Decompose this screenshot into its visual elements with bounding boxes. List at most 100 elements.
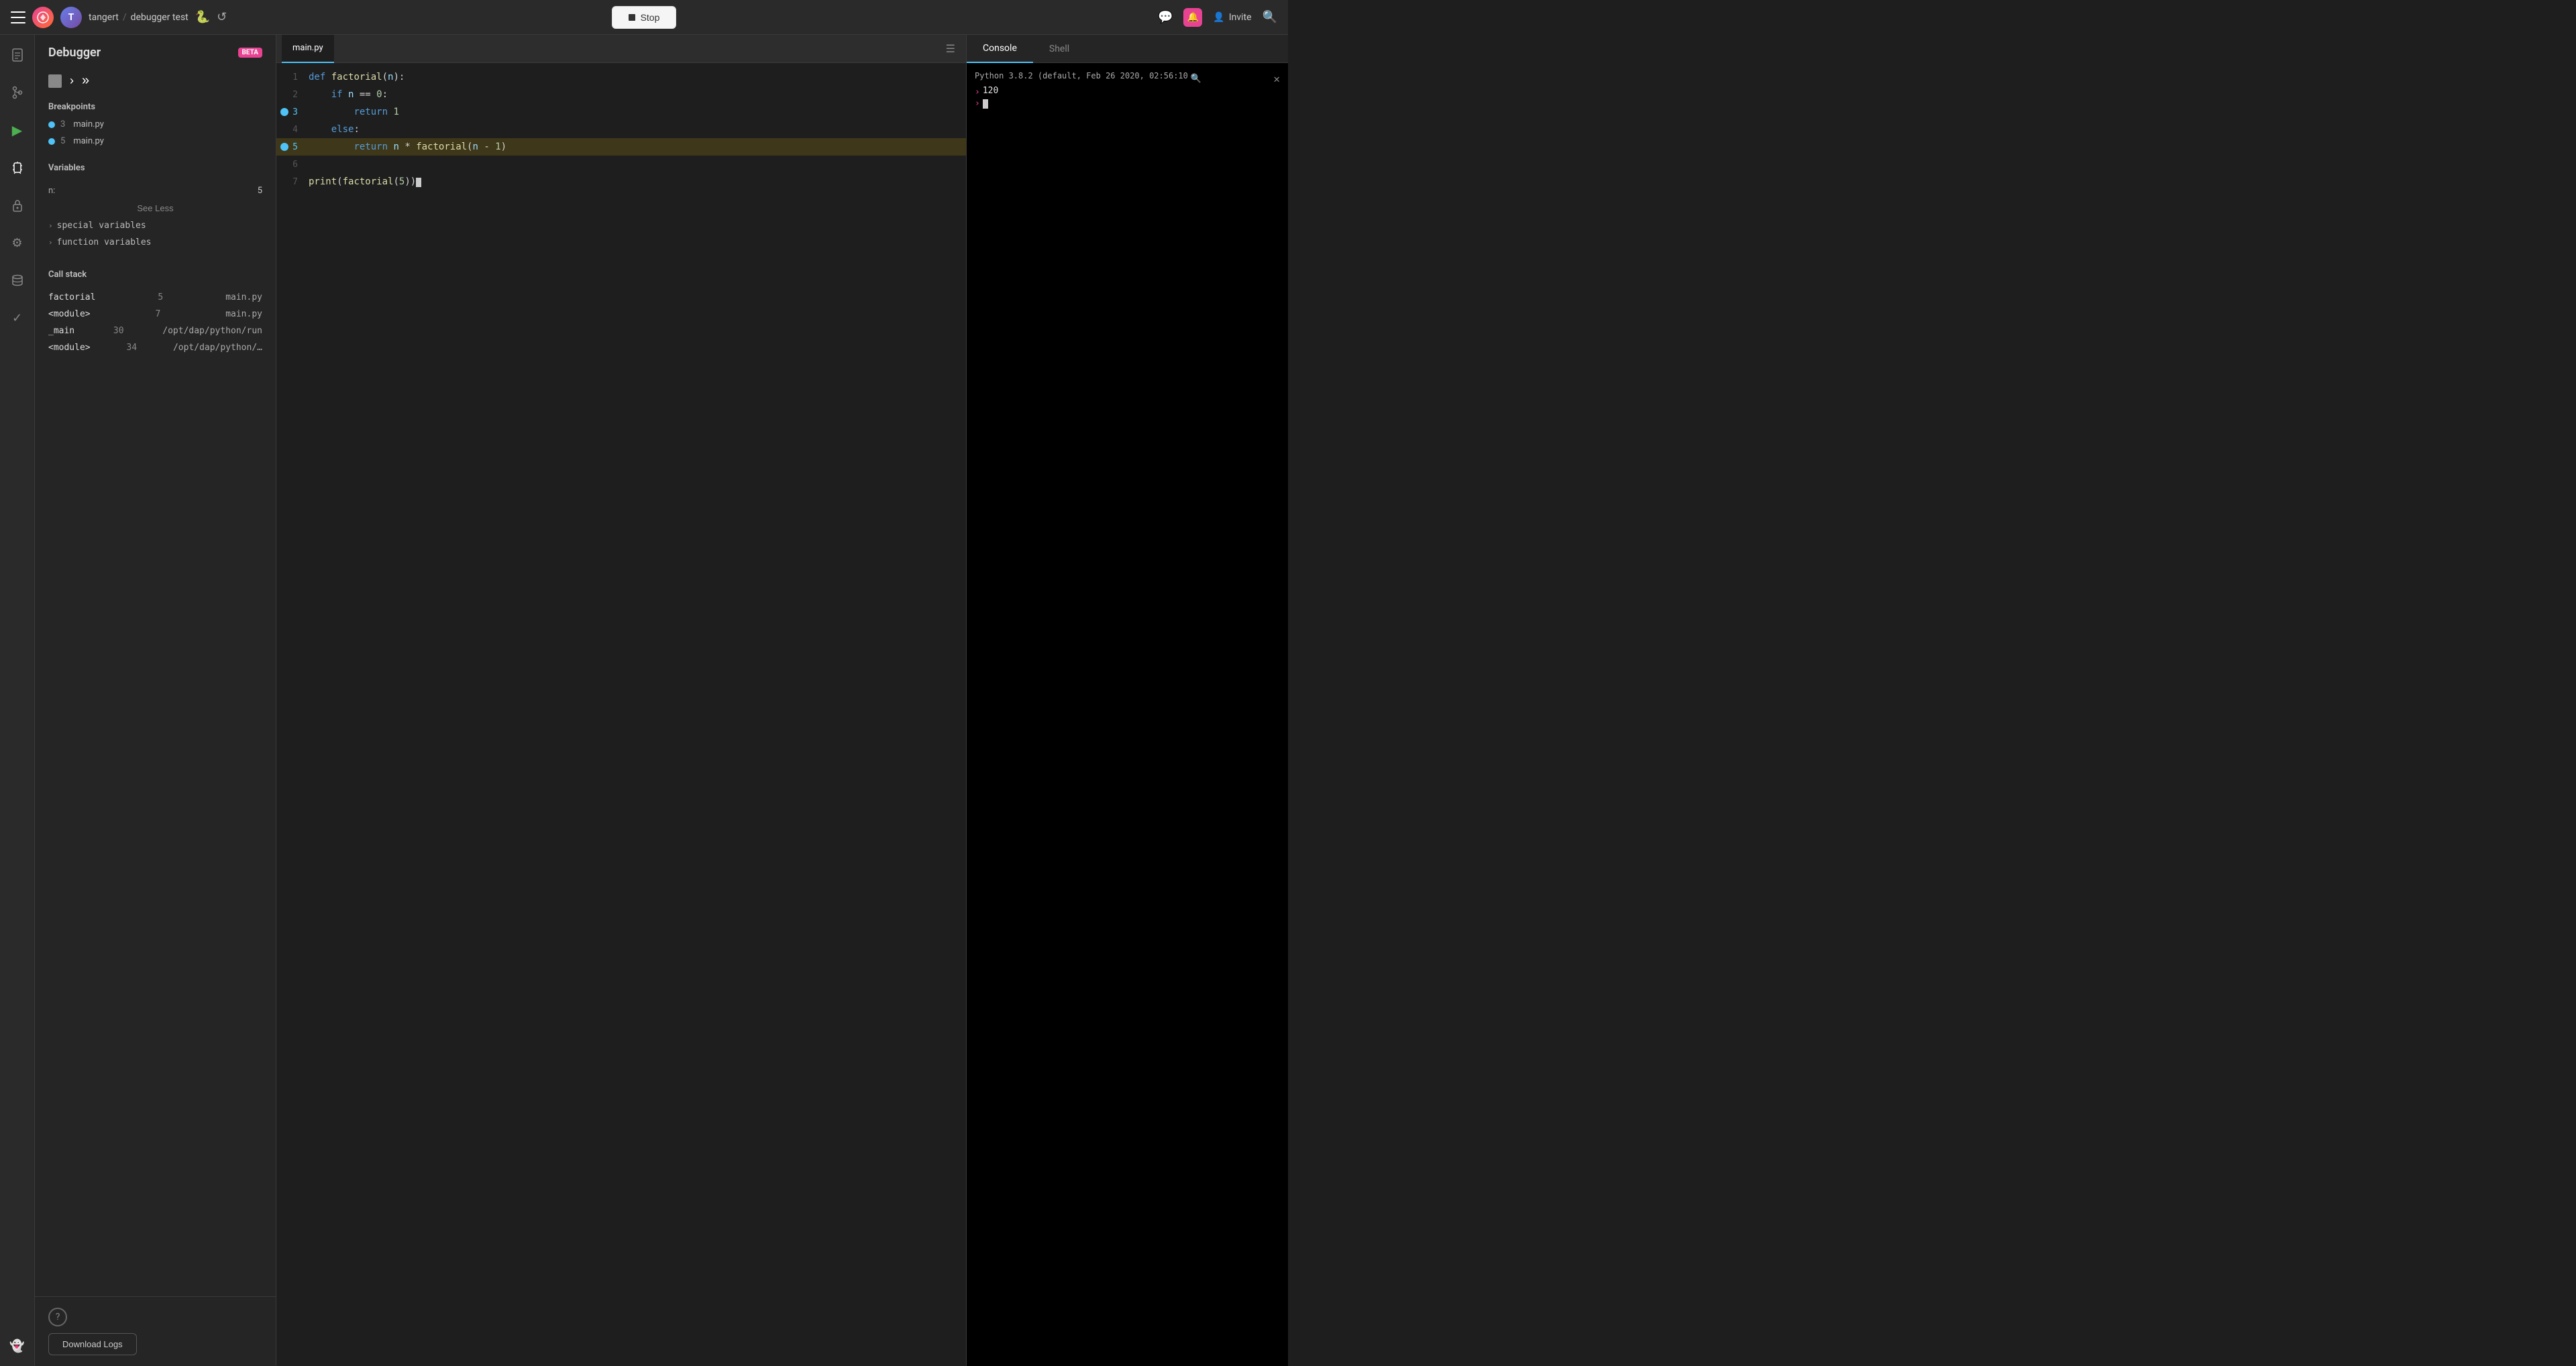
git-icon[interactable] bbox=[5, 80, 30, 105]
check-icon[interactable]: ✓ bbox=[5, 306, 30, 330]
sidebar-footer: ? Download Logs bbox=[35, 1296, 276, 1366]
callstack-file-1: main.py bbox=[225, 292, 262, 302]
line-code-1: def factorial(n): bbox=[309, 72, 405, 82]
python-icon: 🐍 bbox=[195, 10, 210, 24]
callstack-row-3: _main 30 /opt/dap/python/run bbox=[35, 323, 276, 339]
right-panel: Console Shell Python 3.8.2 (default, Feb… bbox=[966, 35, 1288, 1366]
stop-square-icon bbox=[629, 14, 635, 21]
search-icon[interactable]: 🔍 bbox=[1263, 10, 1277, 24]
settings-icon[interactable]: ⚙ bbox=[5, 231, 30, 255]
breakpoint-line-2: 5 bbox=[60, 136, 65, 146]
console-tab[interactable]: Console bbox=[967, 35, 1033, 63]
database-icon[interactable] bbox=[5, 268, 30, 292]
console-input-arrow: › bbox=[975, 99, 980, 109]
breadcrumb-user[interactable]: tangert bbox=[89, 12, 119, 23]
stop-button[interactable]: Stop bbox=[612, 6, 677, 29]
function-variables-item[interactable]: › function variables bbox=[35, 234, 276, 251]
line-num-7: 7 bbox=[276, 177, 309, 187]
code-line-5: 5 return n * factorial(n - 1) bbox=[276, 138, 966, 156]
console-header-text: Python 3.8.2 (default, Feb 26 2020, 02:5… bbox=[975, 71, 1188, 80]
breakpoint-item-1: 3 main.py bbox=[35, 116, 276, 133]
callstack-name-4: <module> bbox=[48, 343, 91, 353]
callstack-line-1: 5 bbox=[158, 292, 163, 302]
code-line-1: 1 def factorial(n): bbox=[276, 68, 966, 86]
callstack-name-2: <module> bbox=[48, 309, 91, 319]
line-num-6: 6 bbox=[276, 160, 309, 170]
invite-button[interactable]: 👤 Invite bbox=[1213, 12, 1251, 23]
console-prompt-arrow: › 120 bbox=[975, 86, 1280, 99]
breakpoint-file-1: main.py bbox=[73, 119, 104, 129]
shell-tab[interactable]: Shell bbox=[1033, 35, 1085, 63]
callstack-name-3: _main bbox=[48, 326, 74, 336]
shell-tab-label: Shell bbox=[1049, 44, 1069, 54]
step-into-button[interactable]: » bbox=[82, 73, 89, 89]
console-output-120: 120 bbox=[983, 86, 998, 96]
code-line-6: 6 bbox=[276, 156, 966, 173]
debug-stop-button[interactable] bbox=[48, 74, 62, 88]
console-cursor bbox=[983, 99, 988, 109]
line-code-7: print(factorial(5)) bbox=[309, 176, 421, 187]
debugger-controls: › » bbox=[35, 68, 276, 97]
help-icon[interactable]: ? bbox=[48, 1308, 67, 1326]
topbar-left: T tangert / debugger test 🐍 ↺ bbox=[11, 7, 427, 28]
code-line-2: 2 if n == 0: bbox=[276, 86, 966, 103]
callstack-row-4: <module> 34 /opt/dap/python/… bbox=[35, 339, 276, 356]
callstack-line-4: 34 bbox=[126, 343, 137, 353]
ghost-icon[interactable]: 👻 bbox=[5, 1334, 30, 1358]
breakpoint-marker-5 bbox=[280, 143, 288, 151]
line-code-2: if n == 0: bbox=[309, 89, 388, 100]
expand-arrow-1: › bbox=[48, 221, 53, 230]
callstack-section: factorial 5 main.py <module> 7 main.py _… bbox=[35, 284, 276, 361]
callstack-row-2: <module> 7 main.py bbox=[35, 306, 276, 323]
console-input-line[interactable]: › bbox=[975, 99, 1280, 109]
stop-button-label: Stop bbox=[641, 12, 660, 23]
avatar[interactable]: T bbox=[60, 7, 82, 28]
play-icon[interactable]: ▶ bbox=[5, 118, 30, 142]
download-logs-button[interactable]: Download Logs bbox=[48, 1333, 137, 1355]
refresh-icon[interactable]: ↺ bbox=[217, 10, 231, 25]
breakpoint-item-2: 5 main.py bbox=[35, 133, 276, 150]
see-less-button[interactable]: See Less bbox=[35, 199, 276, 217]
editor-menu-icon[interactable]: ☰ bbox=[941, 42, 961, 55]
line-num-4: 4 bbox=[276, 125, 309, 135]
editor-tab-main-py[interactable]: main.py bbox=[282, 35, 334, 63]
line-code-5: return n * factorial(n - 1) bbox=[309, 141, 506, 152]
callstack-section-title: Call stack bbox=[35, 264, 276, 284]
variable-n-value: 5 bbox=[258, 186, 262, 196]
code-line-3: 3 return 1 bbox=[276, 103, 966, 121]
chat-icon[interactable]: 💬 bbox=[1158, 10, 1173, 24]
debugger-icon[interactable] bbox=[5, 156, 30, 180]
sidebar-header: Debugger BETA bbox=[35, 35, 276, 68]
console-content: Python 3.8.2 (default, Feb 26 2020, 02:5… bbox=[967, 63, 1288, 1366]
variables-section-title: Variables bbox=[35, 158, 276, 177]
code-line-4: 4 else: bbox=[276, 121, 966, 138]
person-icon: 👤 bbox=[1213, 12, 1224, 23]
code-editor[interactable]: 1 def factorial(n): 2 if n == 0: 3 retur… bbox=[276, 63, 966, 1366]
notification-icon[interactable]: 🔔 bbox=[1183, 8, 1202, 27]
step-over-button[interactable]: › bbox=[70, 74, 74, 88]
close-console-button[interactable]: ✕ bbox=[1273, 72, 1280, 85]
lock-icon[interactable] bbox=[5, 193, 30, 217]
breakpoint-marker-3 bbox=[280, 108, 288, 116]
special-variables-item[interactable]: › special variables bbox=[35, 217, 276, 234]
editor-tabs: main.py ☰ bbox=[276, 35, 966, 63]
editor-area: main.py ☰ 1 def factorial(n): 2 if n == … bbox=[276, 35, 966, 1366]
icon-rail: ▶ ⚙ ✓ 👻 bbox=[0, 35, 35, 1366]
special-variables-label: special variables bbox=[57, 221, 146, 231]
breadcrumb-project[interactable]: debugger test bbox=[131, 12, 189, 23]
breakpoint-file-2: main.py bbox=[73, 136, 104, 146]
callstack-line-3: 30 bbox=[113, 326, 124, 336]
expand-arrow-2: › bbox=[48, 238, 53, 247]
callstack-row-1: factorial 5 main.py bbox=[35, 289, 276, 306]
hamburger-icon[interactable] bbox=[11, 11, 25, 23]
line-code-4: else: bbox=[309, 124, 360, 135]
line-code-3: return 1 bbox=[309, 107, 399, 117]
console-tab-label: Console bbox=[983, 43, 1017, 54]
breakpoint-dot-2 bbox=[48, 138, 55, 145]
breadcrumb: tangert / debugger test bbox=[89, 12, 189, 23]
search-console-icon[interactable]: 🔍 bbox=[1191, 74, 1201, 84]
file-icon[interactable] bbox=[5, 43, 30, 67]
variable-n-key: n: bbox=[48, 186, 55, 196]
breakpoint-line-1: 3 bbox=[60, 119, 65, 129]
main-layout: ▶ ⚙ ✓ 👻 Debugger bbox=[0, 35, 1288, 1366]
